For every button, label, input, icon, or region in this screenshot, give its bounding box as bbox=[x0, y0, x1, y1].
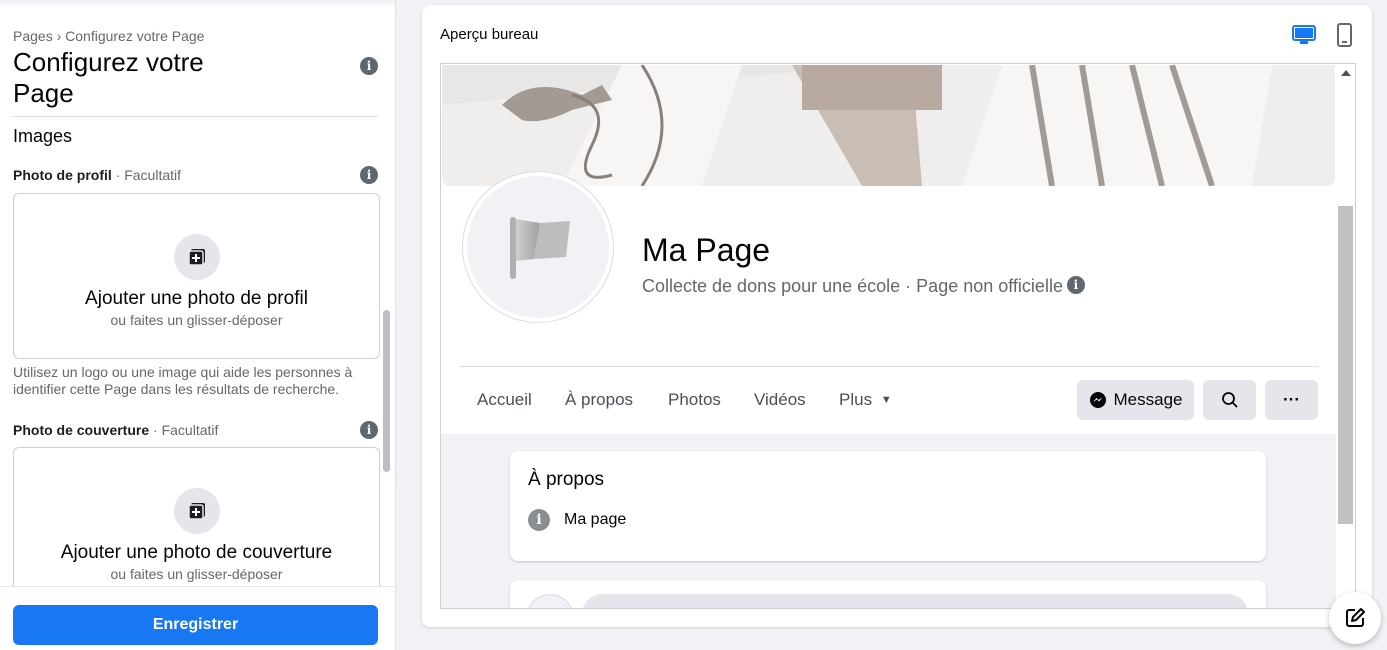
sidebar-scrollbar[interactable] bbox=[383, 310, 390, 472]
section-heading-images: Images bbox=[13, 126, 73, 146]
desktop-icon[interactable] bbox=[1291, 22, 1317, 48]
more-options-button[interactable]: ··· bbox=[1265, 380, 1318, 420]
messenger-icon bbox=[1089, 392, 1106, 408]
breadcrumb[interactable]: Pages › Configurez votre Page bbox=[13, 28, 204, 44]
caret-down-icon: ▼ bbox=[880, 394, 892, 406]
page-name: Ma Page bbox=[642, 232, 771, 268]
page-subtitle: Collecte de dons pour une école · Page n… bbox=[642, 276, 1085, 297]
preview-title: Aperçu bureau bbox=[440, 26, 539, 43]
settings-panel: Pages › Configurez votre Page Configurez… bbox=[0, 0, 396, 650]
compose-button[interactable] bbox=[1329, 592, 1381, 644]
tabs-divider bbox=[459, 366, 1318, 367]
info-icon[interactable]: i bbox=[360, 166, 378, 184]
panel-top-shadow bbox=[0, 0, 395, 8]
preview-scrollbar-thumb[interactable] bbox=[1338, 206, 1353, 524]
flag-icon bbox=[510, 217, 570, 279]
profile-photo-label: Photo de profil · Facultatif bbox=[13, 167, 181, 183]
info-icon: i bbox=[528, 509, 550, 531]
composer-avatar bbox=[526, 594, 574, 608]
profile-photo-label-text: Photo de profil bbox=[13, 167, 112, 183]
search-button[interactable] bbox=[1203, 380, 1256, 420]
post-composer-card bbox=[510, 580, 1266, 608]
optional-tag: · Facultatif bbox=[149, 422, 219, 438]
profile-photo-dropzone[interactable]: Ajouter une photo de profil ou faites un… bbox=[13, 193, 380, 359]
about-card: À propos i Ma page bbox=[510, 451, 1266, 561]
drag-drop-hint: ou faites un glisser-déposer bbox=[110, 312, 283, 328]
page-preview-frame: Ma Page Collecte de dons pour une école … bbox=[440, 63, 1356, 609]
save-button[interactable]: Enregistrer bbox=[13, 605, 378, 645]
tab-videos[interactable]: Vidéos bbox=[754, 390, 806, 410]
divider bbox=[13, 116, 378, 117]
cover-photo-label-text: Photo de couverture bbox=[13, 422, 150, 438]
info-icon[interactable]: i bbox=[1066, 276, 1085, 295]
add-profile-photo-text: Ajouter une photo de profil bbox=[85, 288, 308, 309]
tab-photos[interactable]: Photos bbox=[668, 390, 721, 410]
page-subtitle-text: Collecte de dons pour une école · Page n… bbox=[642, 276, 1063, 296]
optional-tag: · Facultatif bbox=[111, 167, 182, 183]
info-icon[interactable]: i bbox=[360, 421, 378, 439]
about-row: i Ma page bbox=[528, 509, 626, 531]
cover-illustration bbox=[442, 65, 1335, 186]
message-label: Message bbox=[1113, 390, 1183, 409]
tab-a-propos[interactable]: À propos bbox=[565, 390, 633, 410]
search-icon bbox=[1221, 392, 1238, 408]
page-title: Configurez votre Page bbox=[13, 47, 204, 108]
cover-photo-dropzone[interactable]: Ajouter une photo de couverture ou faite… bbox=[13, 447, 380, 607]
scroll-up-arrow-icon[interactable] bbox=[1341, 70, 1351, 76]
page-avatar[interactable] bbox=[463, 172, 613, 322]
page-header: Ma Page Collecte de dons pour une école … bbox=[441, 64, 1336, 434]
tab-accueil[interactable]: Accueil bbox=[477, 390, 532, 410]
mobile-icon[interactable] bbox=[1331, 22, 1357, 48]
drag-drop-hint: ou faites un glisser-déposer bbox=[110, 566, 283, 582]
about-title: À propos bbox=[528, 469, 605, 490]
info-icon[interactable]: i bbox=[360, 57, 378, 75]
add-photo-icon bbox=[173, 488, 220, 534]
tab-plus[interactable]: Plus ▼ bbox=[839, 390, 892, 410]
tab-plus-label: Plus bbox=[839, 390, 873, 409]
add-photo-icon bbox=[173, 234, 220, 280]
composer-input[interactable] bbox=[582, 594, 1248, 608]
edit-icon bbox=[1346, 608, 1365, 627]
about-row-text: Ma page bbox=[564, 511, 627, 528]
cover-photo-label: Photo de couverture · Facultatif bbox=[13, 422, 218, 438]
helper-text: Utilisez un logo ou une image qui aide l… bbox=[13, 364, 353, 397]
message-button[interactable]: Message bbox=[1077, 380, 1194, 420]
add-cover-photo-text: Ajouter une photo de couverture bbox=[60, 542, 333, 563]
